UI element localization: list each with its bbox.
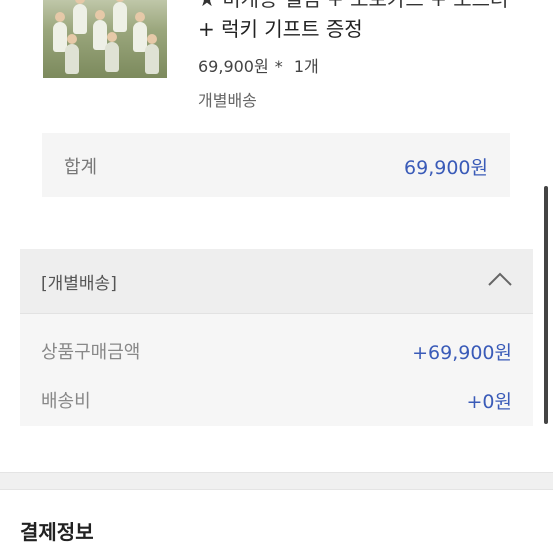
scrollbar[interactable] [544,186,548,424]
quantity: 1개 [293,57,319,76]
chevron-up-icon[interactable] [487,271,513,287]
quantity-separator: * [274,57,283,76]
total-summary: 합계 69,900원 [42,133,510,197]
price-quantity: 69,900원 * 1개 [198,53,325,77]
product-title-line1: ★ 미개봉 앨범 + 포토카드 + 포스터 ★ 스페셜 굿즈 [198,0,528,14]
section-divider [0,472,553,490]
shipping-fee-label: 배송비 [41,391,91,412]
product-thumbnail[interactable] [43,0,167,78]
shipping-fee-value: +0원 [466,391,513,413]
shipping-group-toggle[interactable]: [개별배송] [20,249,533,314]
product-amount-label: 상품구매금액 [41,342,141,363]
payment-info-title: 결제정보 [20,520,94,544]
total-label: 합계 [64,157,98,178]
shipping-group-detail: 상품구매금액 +69,900원 배송비 +0원 [20,314,533,426]
product-amount-value: +69,900원 [412,342,512,364]
shipping-group-label: [개별배송] [41,274,117,294]
product-title-line2: + 럭키 기프트 증정 [198,17,363,41]
product-title[interactable]: ★ 미개봉 앨범 + 포토카드 + 포스터 ★ 스페셜 굿즈 + 럭키 기프트 … [198,0,528,44]
total-value: 69,900원 [404,157,488,179]
unit-price: 69,900원 [198,57,269,76]
shipping-type: 개별배송 [198,91,257,110]
